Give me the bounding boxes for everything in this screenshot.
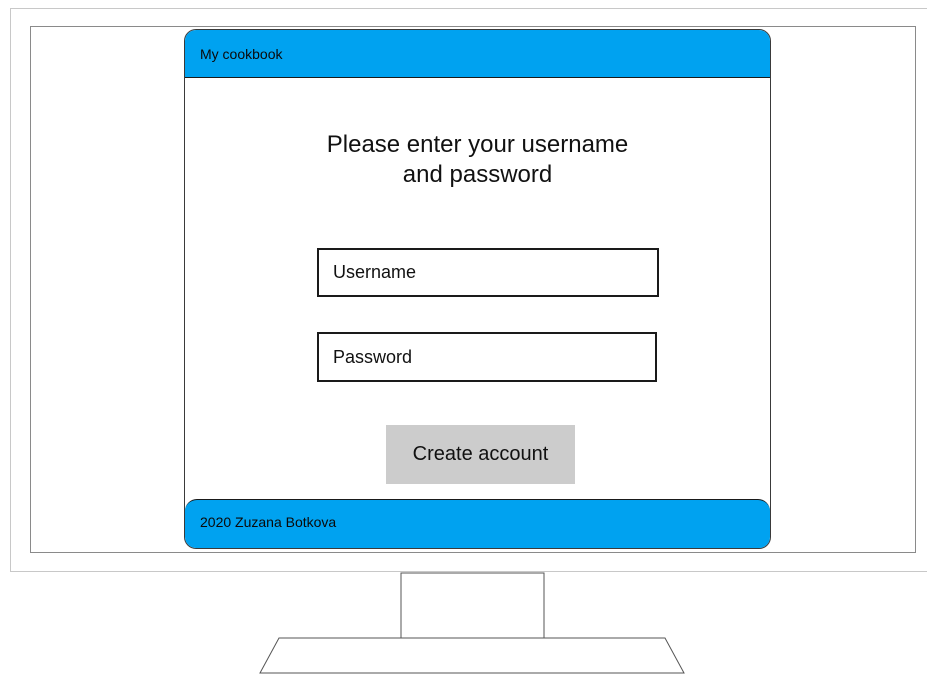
login-prompt: Please enter your username and password bbox=[185, 130, 770, 190]
login-prompt-line-1: Please enter your username bbox=[326, 131, 629, 158]
app-window: My cookbook Please enter your username a… bbox=[184, 29, 771, 549]
app-footer: 2020 Zuzana Botkova bbox=[185, 499, 770, 548]
monitor-base bbox=[259, 637, 685, 674]
username-input[interactable] bbox=[317, 248, 659, 297]
create-account-button[interactable]: Create account bbox=[386, 425, 575, 484]
monitor-neck bbox=[400, 572, 545, 639]
footer-copyright: 2020 Zuzana Botkova bbox=[200, 514, 337, 530]
app-title: My cookbook bbox=[200, 46, 283, 62]
login-prompt-line-2: and password bbox=[402, 161, 553, 188]
password-input[interactable] bbox=[317, 332, 657, 382]
app-header: My cookbook bbox=[185, 30, 770, 78]
